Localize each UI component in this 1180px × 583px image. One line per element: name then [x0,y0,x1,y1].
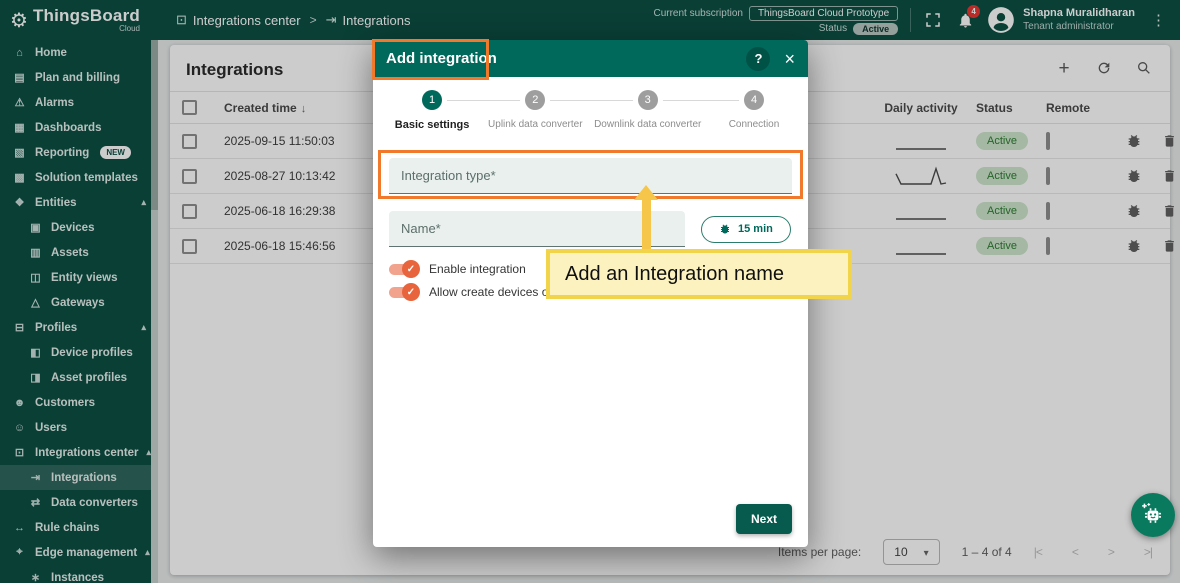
dialog-title: Add integration [386,50,497,67]
enable-integration-toggle[interactable] [389,264,417,275]
dialog-stepper: 1 Basic settings 2 Uplink data converter… [373,77,808,131]
allow-create-devices-toggle[interactable] [389,287,417,298]
integration-type-field [389,158,792,194]
robot-icon [1140,502,1166,528]
name-input[interactable] [391,211,683,246]
toggle-label: Enable integration [429,262,526,276]
step-basic-settings[interactable]: 1 Basic settings [381,90,483,131]
next-button[interactable]: Next [736,504,792,534]
app-window: ⚙ ThingsBoard Cloud ⊡ Integrations cente… [0,0,1180,583]
dialog-header: Add integration ? × [373,40,808,77]
step-downlink-data-converter[interactable]: 3 Downlink data converter [587,90,708,131]
name-field [389,211,685,247]
assistant-robot-button[interactable] [1131,493,1175,537]
help-icon[interactable]: ? [746,47,770,71]
close-icon[interactable]: × [784,50,795,68]
integration-type-input[interactable] [391,158,790,193]
tooltip-arrow-head [634,185,658,200]
debug-duration-button[interactable]: 15 min [701,216,791,243]
step-connection[interactable]: 4 Connection [708,90,800,131]
annotation-tooltip: Add an Integration name [546,249,852,299]
bug-icon [719,223,731,235]
step-uplink-data-converter[interactable]: 2 Uplink data converter [483,90,587,131]
tooltip-arrow [642,199,651,252]
